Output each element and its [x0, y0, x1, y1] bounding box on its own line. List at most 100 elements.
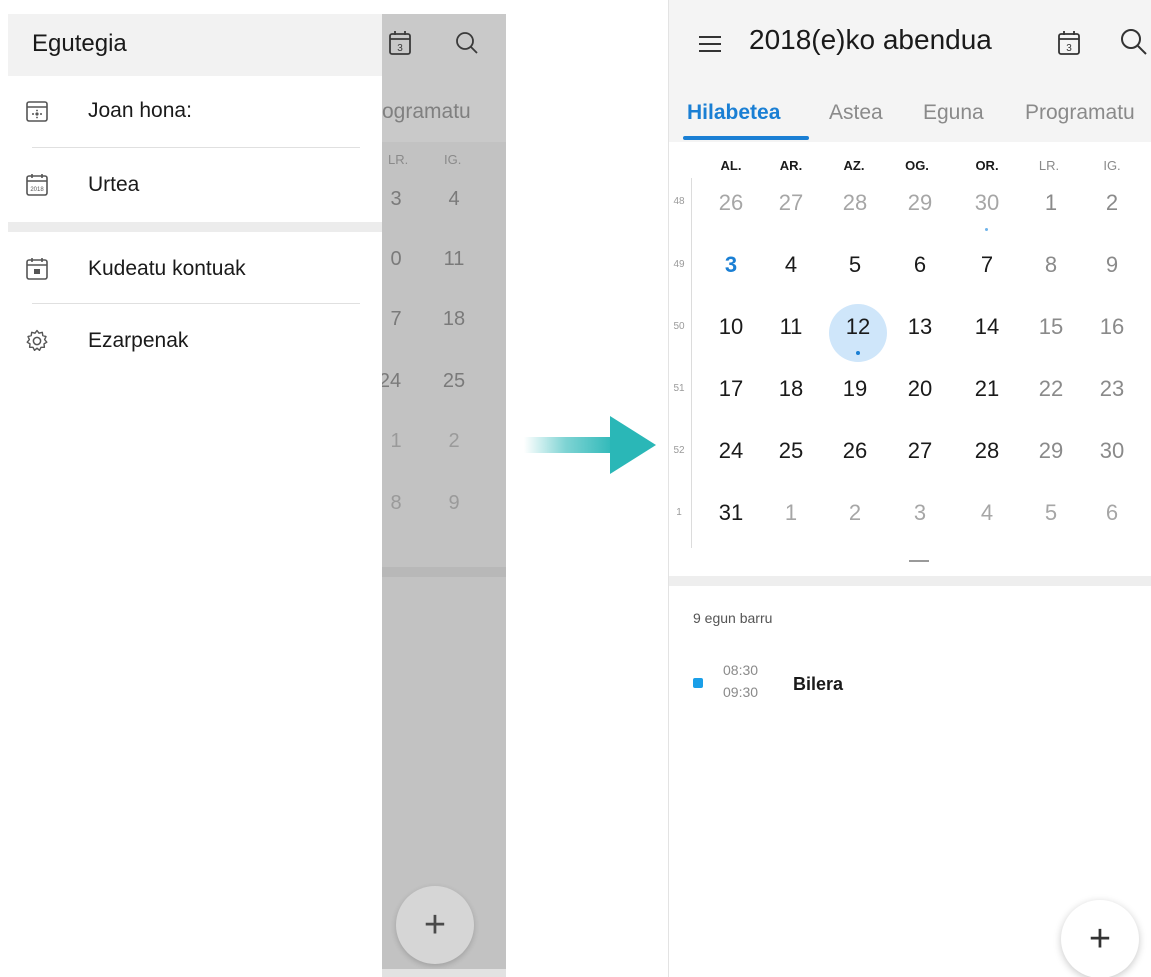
calendar-day[interactable]: 29 [890, 183, 950, 223]
month-title: 2018(e)ko abendua [749, 24, 992, 55]
calendar-day-today[interactable]: 12 [828, 307, 888, 347]
calendar-day[interactable]: 30 [1082, 431, 1142, 471]
agenda-heading: 9 egun barru [693, 610, 773, 626]
calendar-day[interactable]: 8 [1021, 245, 1081, 285]
calendar-day[interactable]: 30 [957, 183, 1017, 223]
calendar-icon-number: 3 [397, 43, 403, 54]
event-indicator-dot [985, 228, 988, 231]
tab-month[interactable]: Hilabetea [687, 101, 780, 125]
calendar-day[interactable]: 25 [761, 431, 821, 471]
calendar-day[interactable]: 10 [701, 307, 761, 347]
drawer-item-accounts[interactable]: Kudeatu kontuak [8, 234, 382, 304]
dimmed-day: 25 [442, 370, 466, 392]
calendar-day[interactable]: 26 [701, 183, 761, 223]
calendar-day[interactable]: 17 [701, 369, 761, 409]
svg-text:2018: 2018 [30, 187, 44, 193]
calendar-day[interactable]: 13 [890, 307, 950, 347]
calendar-day[interactable]: 9 [1082, 245, 1142, 285]
calendar-day[interactable]: 31 [701, 493, 761, 533]
drawer-item-label: Urtea [88, 173, 140, 196]
drawer-separator [32, 303, 360, 304]
collapse-handle[interactable] [909, 560, 929, 562]
left-phone-screen: 3 ogramatu LR. IG. 3 4 0 11 7 18 24 25 1… [8, 14, 506, 977]
dimmed-tab-programatu: ogramatu [382, 100, 471, 123]
search-icon[interactable] [454, 30, 480, 56]
calendar-day[interactable]: 28 [957, 431, 1017, 471]
calendar-day[interactable]: 20 [890, 369, 950, 409]
calendar-day[interactable]: 5 [825, 245, 885, 285]
calendar-day[interactable]: 1 [1021, 183, 1081, 223]
calendar-day[interactable]: 2 [825, 493, 885, 533]
dimmed-divider [382, 567, 506, 577]
active-tab-indicator [683, 136, 809, 140]
calendar-year-icon: 2018 [26, 174, 48, 196]
dimmed-day: 4 [448, 188, 460, 210]
weekday-header: OR. [975, 158, 999, 173]
calendar-day[interactable]: 24 [701, 431, 761, 471]
calendar-day[interactable]: 4 [957, 493, 1017, 533]
week-number: 50 [673, 321, 685, 332]
calendar-day[interactable]: 16 [1082, 307, 1142, 347]
calendar-day[interactable]: 2 [1082, 183, 1142, 223]
calendar-today-icon[interactable]: 3 [388, 30, 412, 56]
add-event-button[interactable]: + [1061, 900, 1139, 977]
calendar-day[interactable]: 26 [825, 431, 885, 471]
calendar-today-icon[interactable]: 3 [1057, 30, 1081, 56]
dimmed-calendar-background[interactable]: 3 ogramatu LR. IG. 3 4 0 11 7 18 24 25 1… [382, 14, 506, 977]
weekday-header: AZ. [843, 158, 865, 173]
calendar-day[interactable]: 18 [761, 369, 821, 409]
dimmed-day: 7 [390, 308, 402, 330]
drawer-item-year[interactable]: 2018 Urtea [8, 150, 382, 220]
drawer-item-label: Kudeatu kontuak [88, 257, 246, 280]
calendar-day[interactable]: 7 [957, 245, 1017, 285]
gear-icon [26, 329, 48, 351]
add-event-button[interactable]: + [396, 886, 474, 964]
calendar-day[interactable]: 21 [957, 369, 1017, 409]
calendar-goto-icon [26, 101, 48, 122]
calendar-day[interactable]: 3 [890, 493, 950, 533]
menu-icon[interactable] [697, 34, 723, 54]
dimmed-bottom-bar [382, 969, 506, 977]
calendar-day[interactable]: 27 [761, 183, 821, 223]
search-icon[interactable] [1119, 27, 1149, 57]
drawer-header: Egutegia [8, 14, 382, 76]
event-end-time: 09:30 [723, 684, 759, 700]
calendar-day[interactable]: 23 [1082, 369, 1142, 409]
calendar-day[interactable]: 1 [761, 493, 821, 533]
calendar-day[interactable]: 29 [1021, 431, 1081, 471]
tab-agenda[interactable]: Programatu [1025, 101, 1135, 125]
calendar-day[interactable]: 5 [1021, 493, 1081, 533]
event-color-marker [693, 678, 703, 688]
calendar-day[interactable]: 4 [761, 245, 821, 285]
drawer-item-goto[interactable]: Joan hona: [8, 76, 382, 146]
tab-day[interactable]: Eguna [923, 101, 984, 125]
calendar-day[interactable]: 28 [825, 183, 885, 223]
calendar-day[interactable]: 22 [1021, 369, 1081, 409]
dimmed-day: 0 [390, 248, 402, 270]
calendar-day[interactable]: 27 [890, 431, 950, 471]
dimmed-day: 9 [448, 492, 460, 514]
tab-week[interactable]: Astea [829, 101, 883, 125]
weekday-header: OG. [905, 158, 929, 173]
calendar-day[interactable]: 19 [825, 369, 885, 409]
week-number: 51 [673, 383, 685, 394]
drawer-section-divider [8, 222, 382, 232]
calendar-icon-number: 3 [1066, 43, 1072, 54]
calendar-day[interactable]: 6 [1082, 493, 1142, 533]
dimmed-day-header: IG. [444, 152, 462, 167]
calendar-day[interactable]: 15 [1021, 307, 1081, 347]
calendar-day[interactable]: 14 [957, 307, 1017, 347]
week-number: 49 [673, 259, 685, 270]
calendar-day[interactable]: 3 [701, 245, 761, 285]
dimmed-day: 18 [442, 308, 466, 330]
week-number: 48 [673, 196, 685, 207]
calendar-day[interactable]: 11 [761, 307, 821, 347]
calendar-day[interactable]: 6 [890, 245, 950, 285]
weekday-header: IG. [1103, 158, 1121, 173]
arrow-right-icon [524, 416, 656, 474]
week-number: 52 [673, 445, 685, 456]
event-title[interactable]: Bilera [793, 674, 843, 695]
drawer-item-settings[interactable]: Ezarpenak [8, 306, 382, 376]
dimmed-day: 3 [390, 188, 402, 210]
event-indicator-dot [856, 351, 860, 355]
